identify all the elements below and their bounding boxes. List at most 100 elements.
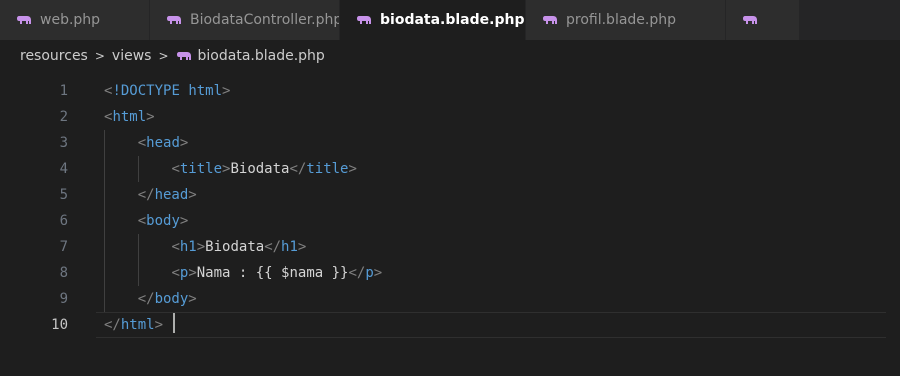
code-token: Biodata	[205, 239, 265, 255]
code-token: <	[171, 239, 180, 255]
code-text: </head>	[104, 182, 197, 208]
indent-guide-level-2	[137, 156, 139, 182]
code-token: title	[179, 161, 223, 177]
code-text: </body>	[104, 286, 197, 312]
tab-biodatacontroller-php[interactable]: BiodataController.php	[150, 0, 340, 40]
indent-guide-level-2	[137, 234, 139, 286]
tab-label: BiodataController.php	[190, 12, 340, 28]
code-line[interactable]: 2 <html>	[0, 104, 900, 130]
code-line[interactable]: 6 <body>	[0, 208, 900, 234]
code-token: html	[120, 317, 155, 333]
line-number: 1	[59, 83, 68, 99]
code-token: </	[348, 265, 366, 281]
code-text: <p>Nama : {{ $nama }}</p>	[104, 260, 382, 286]
editor-area[interactable]: 1 <!DOCTYPE html> 2 <html> 3 <head> 4 <title>…	[0, 72, 900, 376]
code-token: >	[146, 109, 155, 125]
code-line[interactable]: 8 <p>Nama : {{ $nama }}</p>	[0, 260, 900, 286]
php-elephant-icon	[743, 16, 757, 24]
php-elephant-icon	[167, 16, 181, 24]
code-token: p	[365, 265, 374, 281]
code-line[interactable]: 5 </head>	[0, 182, 900, 208]
code-token: >	[154, 317, 164, 333]
code-text: <html>	[104, 104, 155, 130]
line-number: 5	[59, 187, 68, 203]
code-token: <	[171, 161, 180, 177]
code-token: html	[112, 109, 147, 125]
breadcrumb-item[interactable]: resources	[20, 48, 88, 64]
code-token: h1	[179, 239, 197, 255]
code-token: </	[104, 317, 121, 333]
breadcrumb-item[interactable]: biodata.blade.php	[198, 48, 325, 64]
code-token: <	[137, 135, 147, 151]
line-number: 3	[59, 135, 68, 151]
text-cursor	[173, 313, 176, 333]
line-number: 8	[59, 265, 68, 281]
breadcrumb-separator: >	[94, 49, 105, 63]
tab-web-php[interactable]: web.php	[0, 0, 150, 40]
code-token: >	[188, 291, 197, 307]
line-number: 10	[51, 317, 68, 333]
code-token: >	[348, 161, 357, 177]
code-line[interactable]: 9 </body>	[0, 286, 900, 312]
code-token: Biodata	[230, 161, 290, 177]
current-line-highlight	[96, 312, 886, 338]
code-token: </	[137, 291, 155, 307]
code-token: <	[137, 213, 147, 229]
tab-label: web.php	[40, 12, 101, 28]
line-number: 6	[59, 213, 68, 229]
code-text: <h1>Biodata</h1>	[104, 234, 306, 260]
php-elephant-icon	[17, 16, 31, 24]
code-token: title	[306, 161, 349, 177]
code-token: body	[154, 291, 189, 307]
code-token: >	[179, 135, 189, 151]
code-token: h1	[281, 239, 298, 255]
code-line[interactable]: 10 </html>	[0, 312, 900, 338]
code-token: >	[188, 265, 197, 281]
code-line[interactable]: 1 <!DOCTYPE html>	[0, 78, 900, 104]
code-token: </	[289, 161, 307, 177]
php-elephant-icon	[543, 16, 557, 24]
code-token: <	[171, 265, 180, 281]
code-token: body	[146, 213, 180, 229]
tab-profil-blade-php[interactable]: profil.blade.php	[526, 0, 726, 40]
tab-bar: web.php BiodataController.php biodata.blad…	[0, 0, 900, 40]
code-editor-window: web.php BiodataController.php biodata.blad…	[0, 0, 900, 376]
tab-label: biodata.blade.php	[380, 12, 525, 28]
code-token: >	[196, 239, 206, 255]
code-token: Nama : {{ $nama }}	[196, 265, 349, 281]
code-token: >	[297, 239, 307, 255]
tab-overflow[interactable]	[726, 0, 800, 40]
code-token: !DOCTYPE	[112, 83, 180, 99]
code-token: >	[179, 213, 189, 229]
tab-biodata-blade-php[interactable]: biodata.blade.php×	[340, 0, 526, 40]
code-line[interactable]: 7 <h1>Biodata</h1>	[0, 234, 900, 260]
code-token: </	[264, 239, 282, 255]
line-number: 7	[59, 239, 68, 255]
php-elephant-icon	[176, 52, 191, 60]
line-number: 2	[59, 109, 68, 125]
breadcrumb-separator: >	[158, 49, 169, 63]
code-text: </html>	[104, 312, 176, 338]
code-line[interactable]: 4 <title>Biodata</title>	[0, 156, 900, 182]
code-text: <title>Biodata</title>	[104, 156, 357, 182]
code-token: head	[154, 187, 189, 203]
code-token: head	[146, 135, 180, 151]
code-token: </	[137, 187, 155, 203]
line-number: 4	[59, 161, 68, 177]
breadcrumb: resources > views > biodata.blade.php	[0, 40, 900, 72]
code-token: >	[188, 187, 197, 203]
breadcrumb-item[interactable]: views	[112, 48, 152, 64]
indent-guide-level-1	[104, 130, 105, 312]
code-token: html	[188, 83, 223, 99]
code-text: <body>	[104, 208, 189, 234]
code-token: >	[373, 265, 383, 281]
code-line[interactable]: 3 <head>	[0, 130, 900, 156]
code-token: >	[222, 83, 231, 99]
code-text: <!DOCTYPE html>	[104, 78, 230, 104]
line-number: 9	[59, 291, 68, 307]
